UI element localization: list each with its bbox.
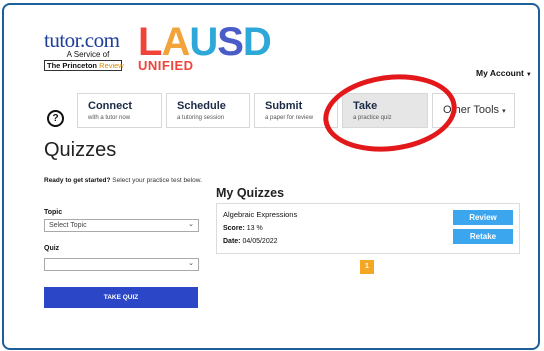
my-account-label: My Account bbox=[476, 68, 524, 78]
nav-connect[interactable]: Connect with a tutor now bbox=[77, 93, 162, 128]
princeton-bold-text: The Princeton bbox=[47, 61, 98, 70]
quiz-label: Quiz bbox=[44, 245, 60, 252]
nav-submit-sub: a paper for review bbox=[265, 115, 314, 121]
caret-down-icon: ▼ bbox=[525, 72, 532, 78]
tutor-com-logo[interactable]: tutor.com A Service of The Princeton Rev… bbox=[44, 28, 124, 71]
lausd-logo: LAUSD bbox=[138, 22, 272, 62]
my-quizzes-heading: My Quizzes bbox=[216, 186, 285, 200]
lausd-letter-d: D bbox=[242, 20, 272, 64]
nav-submit-title: Submit bbox=[265, 100, 303, 112]
pagination-page-1[interactable]: 1 bbox=[360, 260, 374, 274]
princeton-review-badge: The Princeton Review bbox=[44, 60, 124, 71]
nav-other-tools-title: Other Tools ▾ bbox=[443, 104, 514, 118]
intro-bold: Ready to get started? bbox=[44, 177, 111, 184]
nav-schedule-sub: a tutoring session bbox=[177, 115, 225, 121]
take-quiz-button[interactable]: TAKE QUIZ bbox=[44, 287, 198, 308]
nav-take[interactable]: Take a practice quiz bbox=[342, 93, 428, 128]
lausd-letter-s: S bbox=[217, 20, 244, 64]
quiz-name: Algebraic Expressions bbox=[223, 210, 298, 219]
quiz-card: Algebraic Expressions Score: 13 % Date: … bbox=[216, 203, 520, 254]
nav-schedule[interactable]: Schedule a tutoring session bbox=[166, 93, 250, 128]
tutor-com-wordmark: tutor.com bbox=[44, 28, 120, 52]
nav-take-sub: a practice quiz bbox=[353, 115, 392, 121]
quiz-date-label: Date: bbox=[223, 238, 241, 245]
topic-select[interactable]: Select Topic ⌄ bbox=[44, 219, 199, 232]
nav-take-title: Take bbox=[353, 100, 378, 112]
lausd-unified-text: UNIFIED bbox=[138, 58, 194, 73]
chevron-down-icon: ▾ bbox=[502, 108, 506, 115]
nav-other-tools-label: Other Tools bbox=[443, 104, 500, 116]
princeton-review-text: Review bbox=[99, 61, 124, 70]
quiz-score: Score: 13 % bbox=[223, 225, 263, 232]
quiz-score-value: 13 % bbox=[246, 225, 263, 232]
chevron-down-icon: ⌄ bbox=[188, 260, 194, 267]
nav-submit[interactable]: Submit a paper for review bbox=[254, 93, 338, 128]
quiz-date-value: 04/05/2022 bbox=[242, 238, 278, 245]
nav-other-tools[interactable]: Other Tools ▾ bbox=[432, 93, 515, 128]
my-account-menu[interactable]: My Account ▼ bbox=[476, 68, 532, 78]
nav-schedule-title: Schedule bbox=[177, 100, 226, 112]
topic-select-value: Select Topic bbox=[49, 222, 87, 229]
quiz-select[interactable]: ⌄ bbox=[44, 258, 199, 271]
help-icon[interactable]: ? bbox=[47, 110, 64, 127]
quiz-score-label: Score: bbox=[223, 225, 245, 232]
intro-text: Ready to get started? Select your practi… bbox=[44, 177, 204, 186]
page-title: Quizzes bbox=[44, 139, 117, 161]
lausd-letter-u: U bbox=[189, 20, 218, 64]
chevron-down-icon: ⌄ bbox=[188, 221, 194, 228]
quiz-date: Date: 04/05/2022 bbox=[223, 238, 278, 245]
nav-connect-sub: with a tutor now bbox=[88, 115, 131, 121]
review-button[interactable]: Review bbox=[453, 210, 513, 225]
retake-button[interactable]: Retake bbox=[453, 229, 513, 244]
topic-label: Topic bbox=[44, 209, 63, 216]
intro-rest: Select your practice test below. bbox=[110, 177, 202, 184]
nav-connect-title: Connect bbox=[88, 100, 132, 112]
